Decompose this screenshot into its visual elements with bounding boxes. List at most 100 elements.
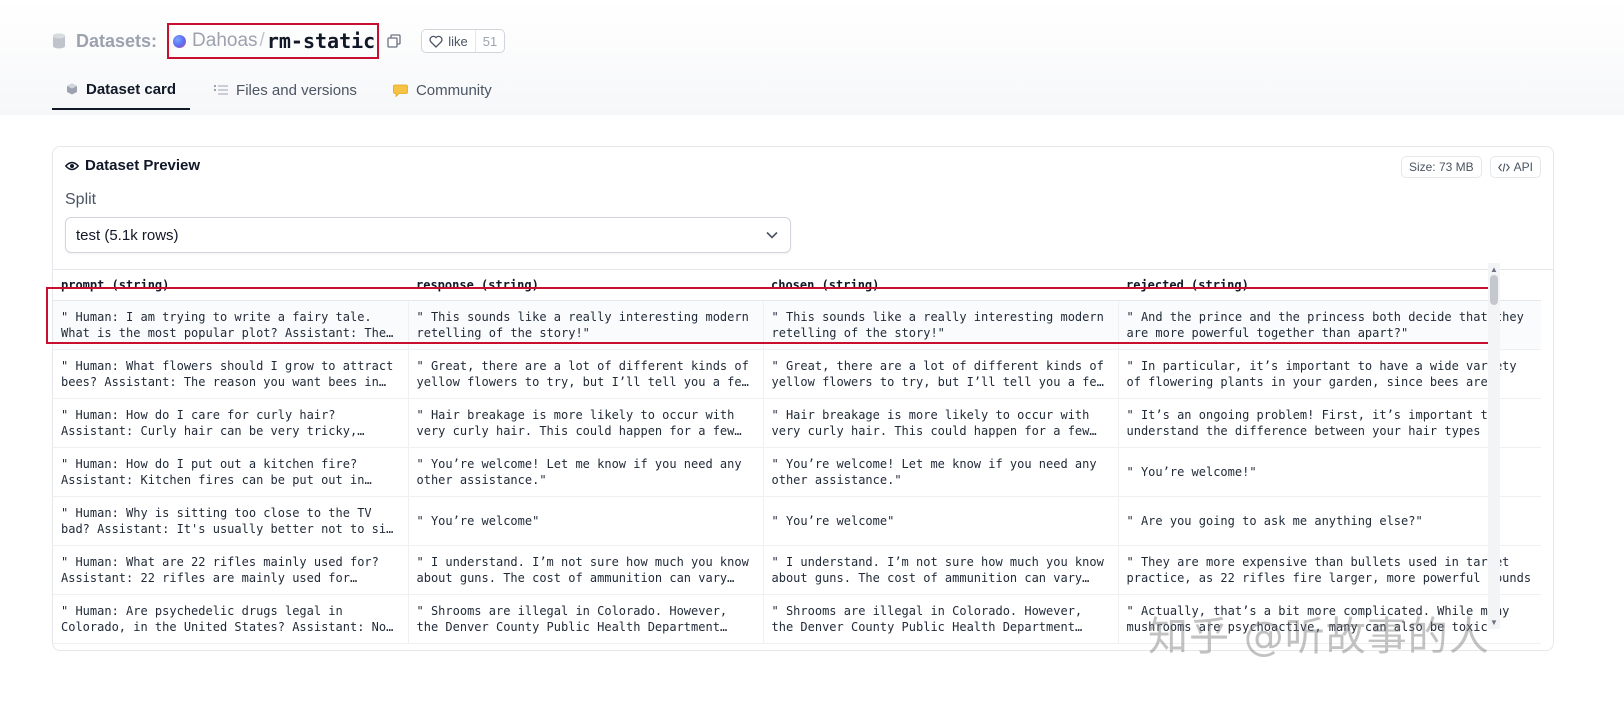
table-row[interactable]: " Human: What flowers should I grow to a… bbox=[53, 349, 1541, 399]
table-cell[interactable]: " In particular, it’s important to have … bbox=[1118, 349, 1541, 399]
scroll-thumb[interactable] bbox=[1490, 275, 1498, 305]
column-header-prompt[interactable]: prompt (string) bbox=[53, 270, 408, 301]
like-main[interactable]: like bbox=[422, 30, 476, 52]
cell-text: " This sounds like a really interesting … bbox=[416, 309, 749, 340]
dataset-card-icon bbox=[67, 83, 77, 95]
tab-label: Dataset card bbox=[86, 80, 177, 98]
like-count[interactable]: 51 bbox=[476, 34, 504, 49]
tab-community[interactable]: Community bbox=[381, 70, 504, 110]
cell-text: " Great, there are a lot of different ki… bbox=[771, 358, 1104, 389]
table-row[interactable]: " Human: I am trying to write a fairy ta… bbox=[53, 300, 1541, 350]
table-cell[interactable]: " Human: Why is sitting too close to the… bbox=[53, 496, 409, 546]
table-cell[interactable]: " Hair breakage is more likely to occur … bbox=[408, 398, 764, 448]
table-cell[interactable]: " You’re welcome! Let me know if you nee… bbox=[763, 447, 1119, 497]
scroll-up-arrow-icon[interactable]: ▲ bbox=[1490, 265, 1498, 274]
page-header: Datasets: Dahoas / rm-static like 51 Dat… bbox=[0, 0, 1624, 115]
size-badge: Size: 73 MB bbox=[1400, 156, 1482, 178]
dataset-preview-card: Dataset Preview Size: 73 MB API Split te… bbox=[52, 146, 1554, 651]
table-cell[interactable]: " Great, there are a lot of different ki… bbox=[763, 349, 1119, 399]
org-link[interactable]: Dahoas bbox=[192, 30, 258, 52]
table-cell[interactable]: " Great, there are a lot of different ki… bbox=[408, 349, 764, 399]
cell-text: " This sounds like a really interesting … bbox=[771, 309, 1104, 340]
cell-text: " Human: What are 22 rifles mainly used … bbox=[61, 554, 379, 585]
cell-text: " They are more expensive than bullets u… bbox=[1126, 554, 1532, 585]
table-cell[interactable]: " Human: What are 22 rifles mainly used … bbox=[53, 545, 409, 595]
tab-dataset-card[interactable]: Dataset card bbox=[52, 70, 191, 110]
table-cell[interactable]: " Human: Are psychedelic drugs legal in … bbox=[53, 594, 409, 644]
column-header-chosen[interactable]: chosen (string) bbox=[763, 270, 1118, 301]
column-header-rejected[interactable]: rejected (string) bbox=[1118, 270, 1541, 301]
table-cell[interactable]: " Human: What flowers should I grow to a… bbox=[53, 349, 409, 399]
eye-icon bbox=[65, 161, 79, 170]
table-cell[interactable]: " I understand. I’m not sure how much yo… bbox=[763, 545, 1119, 595]
cell-text: " Great, there are a lot of different ki… bbox=[416, 358, 749, 389]
api-label: API bbox=[1513, 160, 1533, 174]
preview-table: prompt (string) response (string) chosen… bbox=[53, 270, 1541, 644]
cell-text: " Hair breakage is more likely to occur … bbox=[416, 407, 735, 438]
table-cell[interactable]: " You’re welcome" bbox=[408, 496, 764, 546]
cell-text: " Are you going to ask me anything else?… bbox=[1126, 513, 1423, 528]
column-header-response[interactable]: response (string) bbox=[408, 270, 763, 301]
table-scrollbar[interactable]: ▲ ▼ bbox=[1488, 263, 1500, 629]
watermark: 知乎 @听故事的人 bbox=[1148, 614, 1490, 660]
files-icon bbox=[214, 85, 229, 95]
table-row[interactable]: " Human: How do I put out a kitchen fire… bbox=[53, 447, 1541, 497]
table-cell[interactable]: " I understand. I’m not sure how much yo… bbox=[408, 545, 764, 595]
table-row[interactable]: " Human: What are 22 rifles mainly used … bbox=[53, 545, 1541, 595]
preview-heading: Dataset Preview bbox=[65, 157, 200, 174]
tab-files-and-versions[interactable]: Files and versions bbox=[202, 70, 369, 110]
cell-text: " Shrooms are illegal in Colorado. Howev… bbox=[416, 603, 728, 634]
table-row[interactable]: " Human: Why is sitting too close to the… bbox=[53, 496, 1541, 546]
cell-text: " You’re welcome! Let me know if you nee… bbox=[416, 456, 742, 487]
repo-name-highlight: Dahoas / rm-static bbox=[167, 23, 380, 59]
split-label: Split bbox=[65, 191, 97, 208]
cell-text: " Human: Are psychedelic drugs legal in … bbox=[61, 603, 394, 634]
table-cell[interactable]: " You’re welcome!" bbox=[1118, 447, 1541, 497]
repo-name-link[interactable]: rm-static bbox=[267, 29, 375, 53]
table-row[interactable]: " Human: How do I care for curly hair? A… bbox=[53, 398, 1541, 448]
cell-text: " Human: What flowers should I grow to a… bbox=[61, 358, 394, 389]
table-cell[interactable]: " Human: I am trying to write a fairy ta… bbox=[53, 300, 409, 350]
code-icon bbox=[1497, 162, 1510, 172]
split-select[interactable]: test (5.1k rows) bbox=[65, 217, 791, 253]
repo-title-row: Datasets: Dahoas / rm-static like 51 bbox=[52, 22, 506, 60]
heart-icon bbox=[429, 35, 443, 48]
cell-text: " Human: I am trying to write a fairy ta… bbox=[61, 309, 387, 340]
cell-text: " I understand. I’m not sure how much yo… bbox=[771, 554, 1104, 585]
cell-text: " Hair breakage is more likely to occur … bbox=[771, 407, 1090, 438]
table-cell[interactable]: " Shrooms are illegal in Colorado. Howev… bbox=[408, 594, 764, 644]
scroll-down-arrow-icon[interactable]: ▼ bbox=[1490, 618, 1498, 627]
org-avatar bbox=[173, 34, 187, 48]
repo-tabs: Dataset card Files and versions Communit… bbox=[52, 70, 516, 110]
cell-text: " I understand. I’m not sure how much yo… bbox=[416, 554, 749, 585]
tab-label: Community bbox=[415, 81, 492, 99]
table-cell[interactable]: " Shrooms are illegal in Colorado. Howev… bbox=[763, 594, 1119, 644]
table-cell[interactable]: " You’re welcome! Let me know if you nee… bbox=[408, 447, 764, 497]
table-cell[interactable]: " Human: How do I put out a kitchen fire… bbox=[53, 447, 409, 497]
api-button[interactable]: API bbox=[1489, 156, 1541, 178]
table-cell[interactable]: " This sounds like a really interesting … bbox=[408, 300, 764, 350]
table-cell[interactable]: " It’s an ongoing problem! First, it’s i… bbox=[1118, 398, 1541, 448]
chevron-down-icon bbox=[766, 231, 778, 239]
table-cell[interactable]: " Hair breakage is more likely to occur … bbox=[763, 398, 1119, 448]
cell-text: " And the prince and the princess both d… bbox=[1126, 309, 1524, 340]
path-separator: / bbox=[259, 30, 265, 51]
datasets-label[interactable]: Datasets: bbox=[76, 31, 157, 52]
table-cell[interactable]: " You’re welcome" bbox=[763, 496, 1119, 546]
cell-text: " It’s an ongoing problem! First, it’s i… bbox=[1126, 407, 1495, 438]
cell-text: " You’re welcome! Let me know if you nee… bbox=[771, 456, 1097, 487]
table-cell[interactable]: " They are more expensive than bullets u… bbox=[1118, 545, 1541, 595]
table-cell[interactable]: " Are you going to ask me anything else?… bbox=[1118, 496, 1541, 546]
table-cell[interactable]: " This sounds like a really interesting … bbox=[763, 300, 1119, 350]
table-cell[interactable]: " And the prince and the princess both d… bbox=[1118, 300, 1541, 350]
cell-text: " In particular, it’s important to have … bbox=[1126, 358, 1517, 389]
cell-text: " Human: How do I put out a kitchen fire… bbox=[61, 456, 365, 487]
like-label: like bbox=[448, 33, 468, 49]
cell-text: " Shrooms are illegal in Colorado. Howev… bbox=[771, 603, 1083, 634]
cell-text: " You’re welcome" bbox=[771, 513, 895, 528]
cell-text: " You’re welcome" bbox=[416, 513, 540, 528]
table-cell[interactable]: " Human: How do I care for curly hair? A… bbox=[53, 398, 409, 448]
like-button[interactable]: like 51 bbox=[421, 29, 506, 53]
copy-icon[interactable] bbox=[387, 34, 401, 48]
preview-table-wrap: prompt (string) response (string) chosen… bbox=[53, 269, 1553, 650]
